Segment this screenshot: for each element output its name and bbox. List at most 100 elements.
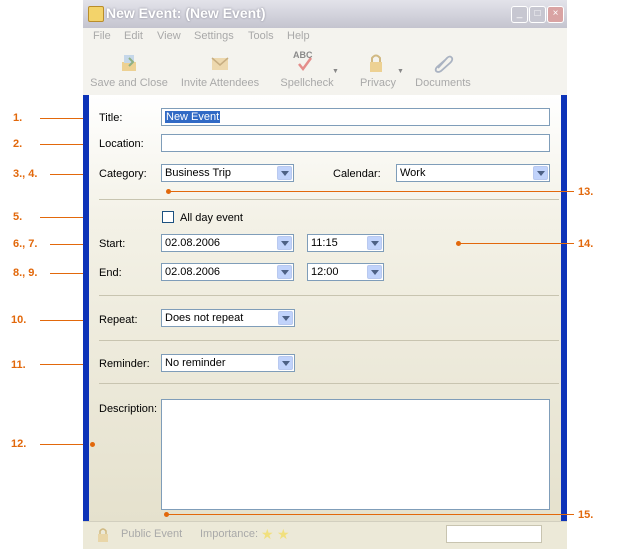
checkmark-icon — [298, 57, 313, 72]
menu-file[interactable]: File — [93, 30, 111, 42]
lock-icon[interactable] — [95, 527, 111, 543]
chevron-down-icon[interactable] — [367, 236, 382, 250]
title-label: Title: — [99, 112, 123, 124]
window-title: New Event: (New Event) — [106, 5, 266, 21]
spellcheck-label: Spellcheck — [280, 77, 334, 89]
status-bar: Public Event Importance: ★ ★ — [83, 521, 567, 549]
category-label: Category: — [99, 168, 147, 180]
callout-11: 11. — [11, 359, 26, 371]
save-icon — [122, 55, 136, 71]
divider — [99, 199, 559, 200]
close-button[interactable]: × — [547, 6, 564, 23]
calendar-select[interactable]: Work — [396, 164, 550, 182]
callout-2: 2. — [13, 138, 23, 150]
location-label: Location: — [99, 138, 144, 150]
window-border-right — [561, 95, 567, 521]
paperclip-icon — [434, 55, 454, 73]
end-label: End: — [99, 267, 122, 279]
end-date-select[interactable]: 02.08.2006 — [161, 263, 294, 281]
event-window: New Event: (New Event) _ □ × File Edit V… — [83, 0, 567, 549]
description-label: Description: — [99, 403, 158, 415]
callout-line — [168, 514, 574, 515]
menu-help[interactable]: Help — [287, 30, 310, 42]
save-close-label: Save and Close — [90, 77, 168, 89]
invite-label: Invite Attendees — [180, 77, 260, 89]
callout-14: 14. — [578, 238, 594, 250]
reminder-select[interactable]: No reminder — [161, 354, 295, 372]
privacy-label: Privacy — [359, 77, 397, 89]
chevron-down-icon[interactable] — [278, 356, 293, 370]
location-input[interactable] — [161, 134, 550, 152]
documents-button[interactable]: Documents — [413, 46, 473, 94]
all-day-checkbox[interactable] — [162, 211, 174, 223]
calendar-label: Calendar: — [333, 168, 381, 180]
callout-dot — [90, 442, 95, 447]
chevron-down-icon[interactable] — [277, 166, 292, 180]
calendar-value: Work — [400, 167, 426, 179]
start-label: Start: — [99, 238, 126, 250]
callout-10: 10. — [11, 314, 27, 326]
calendar-icon — [88, 6, 104, 22]
invite-attendees-button[interactable]: Invite Attendees — [177, 46, 263, 94]
status-field — [446, 525, 542, 543]
repeat-value: Does not repeat — [165, 312, 244, 324]
start-time-value: 11:15 — [311, 237, 338, 249]
chevron-down-icon[interactable] — [533, 166, 548, 180]
divider — [99, 295, 559, 296]
chevron-down-icon[interactable] — [277, 265, 292, 279]
dropdown-arrow-icon[interactable]: ▼ — [397, 68, 404, 75]
callout-15: 15. — [578, 509, 594, 521]
dropdown-arrow-icon[interactable]: ▼ — [332, 68, 339, 75]
title-value: New Event — [165, 111, 221, 123]
repeat-select[interactable]: Does not repeat — [161, 309, 295, 327]
title-bar[interactable]: New Event: (New Event) _ □ × — [83, 0, 567, 28]
reminder-value: No reminder — [165, 357, 226, 369]
public-event-label[interactable]: Public Event — [121, 528, 182, 540]
start-date-value: 02.08.2006 — [165, 237, 221, 249]
all-day-label[interactable]: All day event — [180, 212, 243, 224]
callout-line — [170, 191, 574, 192]
callout-5: 5. — [13, 211, 23, 223]
invite-icon — [211, 57, 229, 70]
start-time-select[interactable]: 11:15 — [307, 234, 384, 252]
end-time-value: 12:00 — [311, 266, 339, 278]
description-textarea[interactable] — [161, 399, 550, 510]
menu-view[interactable]: View — [157, 30, 181, 42]
chevron-down-icon[interactable] — [367, 265, 382, 279]
callout-1: 1. — [13, 112, 23, 124]
start-date-select[interactable]: 02.08.2006 — [161, 234, 294, 252]
minimize-button[interactable]: _ — [511, 6, 528, 23]
end-date-value: 02.08.2006 — [165, 266, 221, 278]
category-value: Business Trip — [165, 167, 232, 179]
privacy-button[interactable]: ▼ Privacy — [355, 46, 404, 94]
menu-tools[interactable]: Tools — [248, 30, 274, 42]
category-select[interactable]: Business Trip — [161, 164, 294, 182]
spellcheck-button[interactable]: ABC ▼ Spellcheck — [277, 46, 339, 94]
save-close-button[interactable]: Save and Close — [89, 46, 169, 94]
end-time-select[interactable]: 12:00 — [307, 263, 384, 281]
callout-3-4: 3., 4. — [13, 168, 38, 180]
reminder-label: Reminder: — [99, 358, 150, 370]
title-input[interactable]: New Event — [161, 108, 550, 126]
callout-line — [460, 243, 574, 244]
toolbar: Save and Close Invite Attendees ABC ▼ Sp… — [83, 46, 567, 96]
star-icon[interactable]: ★ — [277, 526, 290, 543]
divider — [99, 383, 559, 384]
callout-8-9: 8., 9. — [13, 267, 38, 279]
documents-label: Documents — [415, 77, 471, 89]
maximize-button[interactable]: □ — [529, 6, 546, 23]
event-form: Title: New Event Location: Category: Bus… — [89, 95, 561, 521]
callout-13: 13. — [578, 186, 594, 198]
importance-label: Importance: — [200, 528, 259, 540]
callout-12: 12. — [11, 438, 27, 450]
divider — [99, 340, 559, 341]
callout-6-7: 6., 7. — [13, 238, 38, 250]
repeat-label: Repeat: — [99, 314, 138, 326]
menu-bar: File Edit View Settings Tools Help — [83, 28, 567, 46]
star-icon[interactable]: ★ — [261, 526, 274, 543]
chevron-down-icon[interactable] — [278, 311, 293, 325]
menu-settings[interactable]: Settings — [194, 30, 234, 42]
chevron-down-icon[interactable] — [277, 236, 292, 250]
menu-edit[interactable]: Edit — [124, 30, 143, 42]
lock-icon — [370, 54, 382, 72]
